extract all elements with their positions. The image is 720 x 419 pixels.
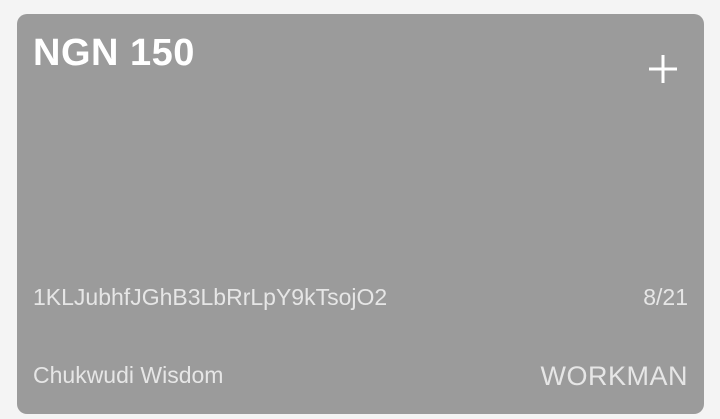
card-counter: 8/21: [643, 284, 688, 310]
plus-icon: [649, 55, 677, 83]
ticket-card[interactable]: NGN 150 1KLJubhfJGhB3LbRrLpY9kTsojO2 8/2…: [17, 14, 704, 414]
card-code: 1KLJubhfJGhB3LbRrLpY9kTsojO2: [33, 284, 388, 310]
add-button[interactable]: [646, 52, 680, 86]
card-amount: NGN 150: [33, 32, 195, 74]
card-role: WORKMAN: [540, 361, 688, 391]
card-holder-name: Chukwudi Wisdom: [33, 362, 224, 388]
